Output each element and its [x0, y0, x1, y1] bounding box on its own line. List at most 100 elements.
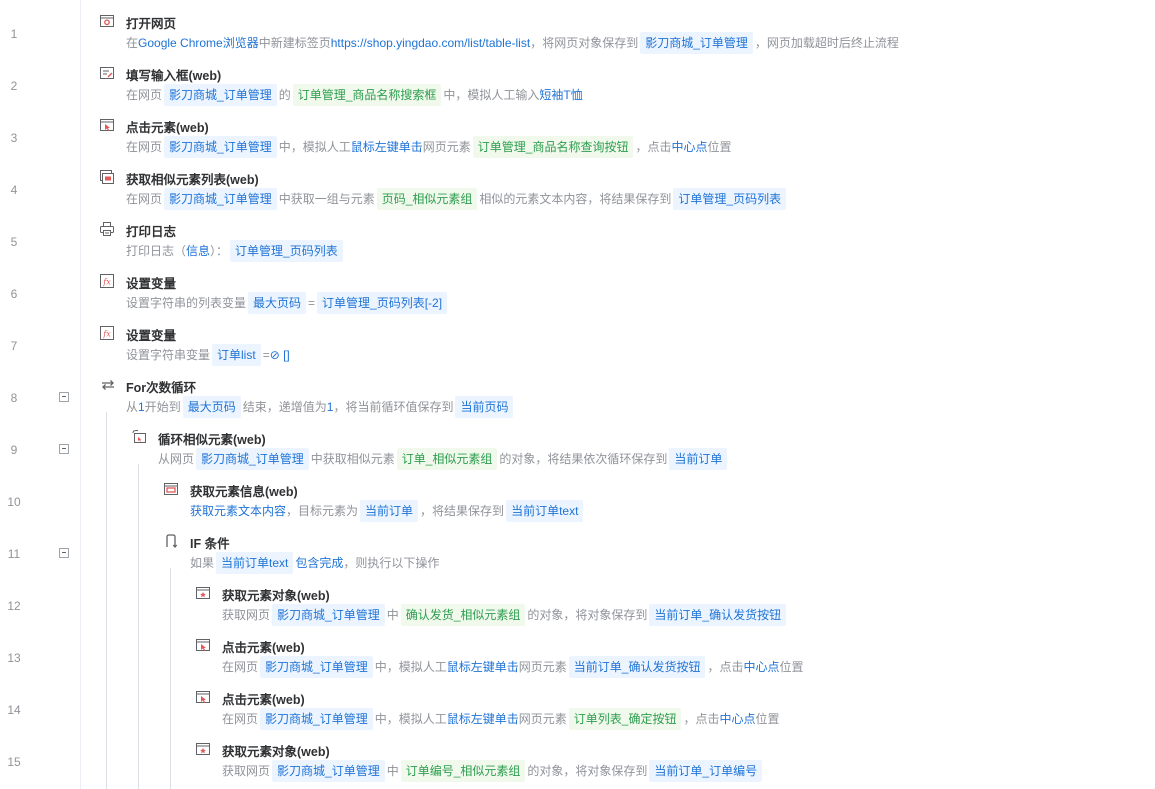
flow-step[interactable]: 点击元素(web) 在网页 影刀商城_订单管理 中，模拟人工 鼠标左键 单击 网页…: [100, 118, 1150, 164]
step-description: 在网页 影刀商城_订单管理 中，模拟人工 鼠标左键 单击 网页元素 订单管理_商…: [126, 136, 732, 158]
collapse-toggle-icon[interactable]: [59, 548, 69, 558]
desc-text: 结束，递增值为: [242, 400, 327, 414]
desc-text: ，点击: [707, 660, 744, 674]
param-token: ⊘ []: [269, 348, 290, 362]
element-token[interactable]: 订单编号_相似元素组: [400, 760, 526, 782]
flow-step[interactable]: For次数循环从 1 开始到 最大页码 结束，递增值为 1 ，将当前循环值保存到…: [100, 378, 1150, 424]
step-title: 获取元素对象(web): [222, 745, 330, 759]
flow-step[interactable]: 获取元素对象(web) 获取网页 影刀商城_订单管理 中 确认发货_相似元素组 的…: [196, 586, 1150, 632]
flow-step[interactable]: 循环相似元素(web) 从网页 影刀商城_订单管理 中获取相似元素 订单_相似元素…: [132, 430, 1150, 476]
desc-text: ，点击: [683, 712, 720, 726]
step-title: 点击元素(web): [222, 693, 305, 707]
variable-token[interactable]: 当前订单_确认发货按钮: [568, 656, 706, 678]
desc-text: 在: [126, 36, 139, 50]
desc-text: 中新建标签页: [258, 36, 331, 50]
desc-text: 获取网页: [222, 764, 271, 778]
desc-text: ，点击: [635, 140, 672, 154]
browser-open-icon: [100, 14, 114, 28]
desc-text: ，将当前循环值保存到: [333, 400, 454, 414]
collapse-toggle-icon[interactable]: [59, 444, 69, 454]
desc-text: 中: [386, 764, 399, 778]
desc-text: ）：: [210, 244, 229, 258]
line-number: 6: [10, 287, 18, 301]
variable-token[interactable]: 订单管理_页码列表: [230, 240, 343, 262]
line-number: 15: [7, 755, 21, 769]
variable-token[interactable]: 影刀商城_订单管理: [196, 448, 309, 470]
element-object-icon: [196, 742, 210, 756]
desc-text: 中: [386, 608, 399, 622]
variable-token[interactable]: 影刀商城_订单管理: [260, 708, 373, 730]
element-token[interactable]: 页码_相似元素组: [376, 188, 478, 210]
variable-token[interactable]: 当前订单_订单编号: [649, 760, 763, 782]
param-token: https://shop.yingdao.com/list/table-list: [330, 36, 531, 50]
variable-token[interactable]: 当前订单text: [216, 552, 294, 574]
flow-step[interactable]: IF 条件 如果 当前订单text 包含 完成 ，则执行以下操作: [164, 534, 1150, 580]
desc-text: 的对象，将对象保存到: [527, 608, 648, 622]
step-description: 获取元素文本内容 ，目标元素为 当前订单 ，将结果保存到 当前订单text: [190, 500, 585, 522]
flow-step[interactable]: 打开网页在 Google Chrome浏览器 中新建标签页 https://sh…: [100, 14, 1150, 60]
variable-token[interactable]: 最大页码: [248, 292, 307, 314]
variable-token[interactable]: 订单管理_页码列表[-2]: [317, 292, 448, 314]
desc-text: 开始到: [144, 400, 181, 414]
param-token: 鼠标左键: [446, 712, 495, 726]
variable-token[interactable]: 订单管理_页码列表: [673, 188, 787, 210]
variable-token[interactable]: 影刀商城_订单管理: [164, 136, 277, 158]
line-number: 14: [7, 703, 21, 717]
flow-step[interactable]: 获取相似元素列表(web) 在网页 影刀商城_订单管理 中获取一组与元素 页码_相…: [100, 170, 1150, 216]
element-token[interactable]: 订单管理_商品名称查询按钮: [472, 136, 634, 158]
flow-step[interactable]: 填写输入框(web) 在网页 影刀商城_订单管理 的 订单管理_商品名称搜索框 中…: [100, 66, 1150, 112]
element-token[interactable]: 订单_相似元素组: [396, 448, 498, 470]
loop-icon: [100, 378, 114, 392]
desc-text: 位置: [755, 712, 780, 726]
desc-text: 网页元素: [422, 140, 471, 154]
desc-text: 获取网页: [222, 608, 271, 622]
desc-text: 中，模拟人工: [374, 660, 447, 674]
element-token[interactable]: 订单列表_确定按钮: [568, 708, 682, 730]
variable-token[interactable]: 影刀商城_订单管理: [260, 656, 373, 678]
variable-token[interactable]: 当前订单text: [506, 500, 584, 522]
desc-text: 打印日志（: [126, 244, 187, 258]
flow-step[interactable]: fx 设置变量 设置字符串的列表变量 最大页码 = 订单管理_页码列表[-2]: [100, 274, 1150, 320]
param-token: 中心点: [671, 140, 708, 154]
flow-step[interactable]: 获取元素信息(web) 获取元素文本内容 ，目标元素为 当前订单 ，将结果保存到 …: [164, 482, 1150, 528]
input-fill-icon: [100, 66, 114, 80]
desc-text: 的对象，将对象保存到: [527, 764, 648, 778]
click-element-icon: [196, 638, 210, 652]
step-title: For次数循环: [126, 381, 197, 395]
line-number: 4: [10, 183, 18, 197]
variable-token[interactable]: 影刀商城_订单管理: [272, 604, 385, 626]
desc-text: 在网页: [126, 88, 163, 102]
variable-token[interactable]: 当前页码: [455, 396, 514, 418]
variable-token[interactable]: 影刀商城_订单管理: [272, 760, 385, 782]
variable-token[interactable]: 当前订单: [360, 500, 419, 522]
desc-text: 设置字符串变量: [126, 348, 211, 362]
variable-token[interactable]: 最大页码: [182, 396, 241, 418]
desc-text: 中获取一组与元素: [278, 192, 375, 206]
collapse-toggle-icon[interactable]: [59, 392, 69, 402]
flow-step[interactable]: 获取元素对象(web) 获取网页 影刀商城_订单管理 中 订单编号_相似元素组 的…: [196, 742, 1150, 788]
variable-token[interactable]: 影刀商城_订单管理: [640, 32, 753, 54]
step-title: 循环相似元素(web): [158, 433, 266, 447]
desc-text: ，将结果保存到: [420, 504, 505, 518]
param-token: 完成: [319, 556, 344, 570]
step-description: 从网页 影刀商城_订单管理 中获取相似元素 订单_相似元素组 的对象，将结果依次…: [158, 448, 729, 470]
variable-token[interactable]: 影刀商城_订单管理: [164, 188, 277, 210]
line-number: 10: [7, 495, 21, 509]
flow-step[interactable]: fx 设置变量 设置字符串变量 订单list = ⊘ []: [100, 326, 1150, 372]
flow-step[interactable]: 打印日志 打印日志（ 信息 ）： 订单管理_页码列表: [100, 222, 1150, 268]
element-token[interactable]: 订单管理_商品名称搜索框: [292, 84, 442, 106]
variable-token[interactable]: 影刀商城_订单管理: [164, 84, 277, 106]
variable-token[interactable]: 当前订单_确认发货按钮: [649, 604, 787, 626]
flow-step[interactable]: 点击元素(web) 在网页 影刀商城_订单管理 中，模拟人工 鼠标左键 单击 网页…: [196, 638, 1150, 684]
line-number: 3: [10, 131, 18, 145]
variable-token[interactable]: 当前订单: [669, 448, 728, 470]
step-description: 在网页 影刀商城_订单管理 中获取一组与元素 页码_相似元素组 相似的元素文本内…: [126, 188, 788, 210]
line-number: 2: [10, 79, 18, 93]
desc-text: 在网页: [222, 712, 259, 726]
desc-text: ，网页加载超时后终止流程: [754, 36, 899, 50]
desc-text: 在网页: [126, 140, 163, 154]
flow-step[interactable]: 点击元素(web) 在网页 影刀商城_订单管理 中，模拟人工 鼠标左键 单击 网页…: [196, 690, 1150, 736]
variable-token[interactable]: 订单list: [212, 344, 261, 366]
element-token[interactable]: 确认发货_相似元素组: [400, 604, 526, 626]
param-token: 中心点: [719, 712, 756, 726]
